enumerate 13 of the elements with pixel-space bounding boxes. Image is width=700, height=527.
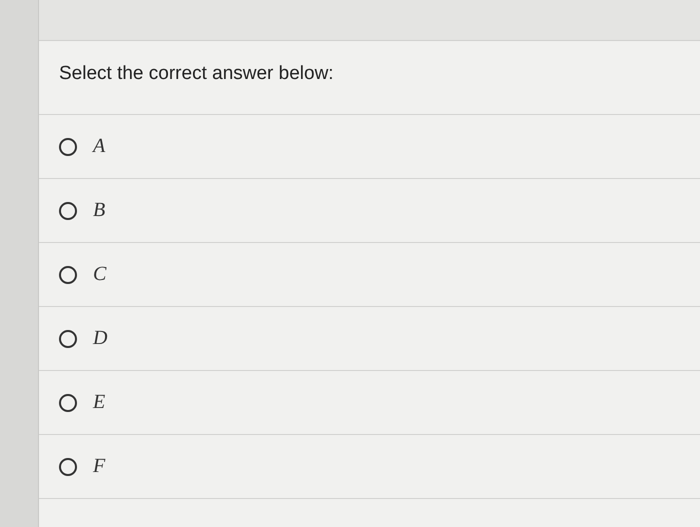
- radio-button[interactable]: [59, 458, 77, 476]
- option-label[interactable]: A: [93, 135, 106, 158]
- radio-button[interactable]: [59, 266, 77, 284]
- option-label[interactable]: C: [93, 263, 106, 286]
- option-label[interactable]: D: [93, 327, 108, 350]
- option-label[interactable]: E: [93, 391, 106, 414]
- radio-button[interactable]: [59, 394, 77, 412]
- radio-button[interactable]: [59, 330, 77, 348]
- question-prompt: Select the correct answer below:: [39, 41, 700, 115]
- option-label[interactable]: B: [93, 199, 106, 222]
- radio-button[interactable]: [59, 138, 77, 156]
- radio-button[interactable]: [59, 202, 77, 220]
- option-label[interactable]: F: [93, 455, 106, 478]
